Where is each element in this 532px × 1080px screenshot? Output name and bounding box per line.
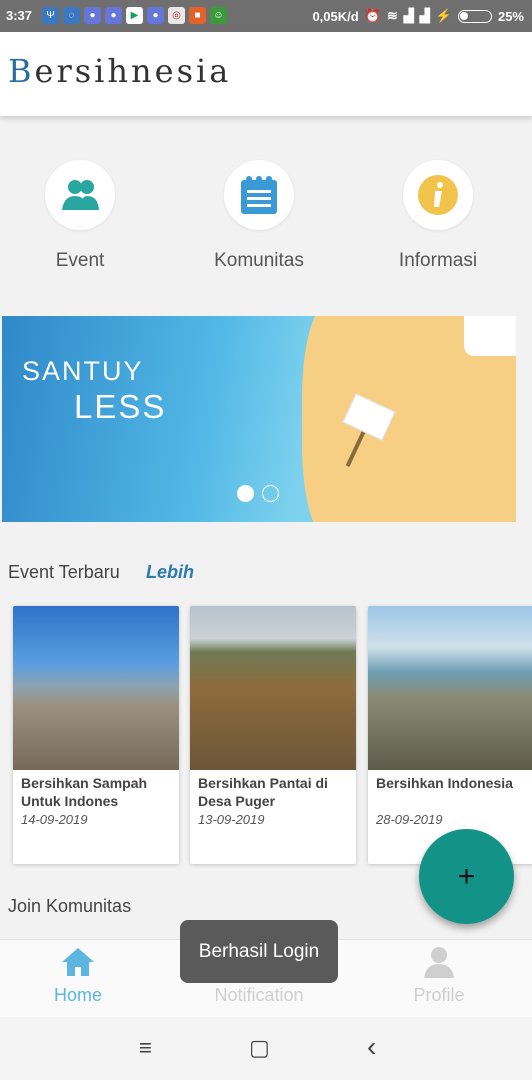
event-title: Bersihkan Pantai di Desa Puger <box>198 775 328 809</box>
banner-line2: LESS <box>74 388 167 425</box>
banner-dot[interactable] <box>262 485 279 502</box>
video-icon: ■ <box>189 7 206 24</box>
wifi-icon: ≋ <box>386 8 398 23</box>
network-speed: 0,05K/d <box>312 8 359 24</box>
nav-notification-label: Notification <box>214 985 304 1005</box>
logo-letter: B <box>8 52 35 90</box>
banner-corner <box>464 316 516 356</box>
menu-komunitas[interactable]: Komunitas <box>189 160 329 272</box>
menu-event[interactable]: Event <box>10 160 150 272</box>
event-date: 13-09-2019 <box>198 812 265 827</box>
status-time: 3:37 <box>6 8 33 23</box>
charging-icon: ⚡ <box>435 8 452 23</box>
discord-icon: ● <box>84 7 101 24</box>
plus-icon: + <box>457 859 476 893</box>
person-icon <box>424 947 454 978</box>
play-store-icon: ▶ <box>126 7 143 24</box>
event-image <box>368 606 532 770</box>
event-section-title: Event Terbaru <box>8 562 120 582</box>
home-icon <box>62 948 94 976</box>
nav-profile-label: Profile <box>413 985 465 1005</box>
menu-komunitas-circle <box>224 160 294 230</box>
messenger-icon: ◌ <box>63 7 80 24</box>
battery-percent: 25% <box>497 8 524 24</box>
toast-message: Berhasil Login <box>180 920 338 983</box>
menu-informasi[interactable]: Informasi <box>368 160 508 272</box>
android-icon: ☺ <box>210 7 227 24</box>
add-event-button[interactable]: + <box>419 829 514 924</box>
info-icon <box>418 175 458 215</box>
event-image <box>13 606 179 770</box>
menu-event-circle <box>45 160 115 230</box>
alarm-icon: ⏰ <box>364 8 381 23</box>
status-right: 0,05K/d ⏰ ≋ ▟ ▟ ⚡ 25% <box>312 8 524 24</box>
usb-icon: Ψ <box>42 7 59 24</box>
event-date: 14-09-2019 <box>21 812 88 827</box>
discord-icon: ● <box>105 7 122 24</box>
menu-informasi-circle <box>403 160 473 230</box>
event-card[interactable]: Bersihkan Indonesia 28-09-2019 <box>368 606 532 864</box>
chrome-icon: ◎ <box>168 7 185 24</box>
banner-dot[interactable] <box>237 485 254 502</box>
event-image <box>190 606 356 770</box>
logo-text: ersihnesia <box>34 52 232 90</box>
app-bar: Bersihnesia <box>0 32 532 116</box>
signal-icon: ▟ <box>403 8 414 23</box>
system-navigation: ≡ ▢ ‹ <box>0 1017 532 1080</box>
event-more-link[interactable]: Lebih <box>146 562 194 583</box>
status-bar: 3:37 Ψ ◌ ● ● ▶ ● ◎ ■ ☺ 0,05K/d ⏰ ≋ ▟ ▟ ⚡… <box>0 0 532 32</box>
signal-icon: ▟ <box>419 8 430 23</box>
group-icon <box>62 180 99 210</box>
nav-home[interactable]: Home <box>18 946 138 1006</box>
back-icon[interactable]: ‹ <box>367 1031 376 1063</box>
menu-komunitas-label: Komunitas <box>214 250 304 271</box>
nav-home-label: Home <box>53 985 102 1005</box>
nav-profile[interactable]: Profile <box>379 946 499 1006</box>
app-logo: Bersihnesia <box>8 52 231 90</box>
main-menu: Event Komunitas Informasi <box>0 160 532 280</box>
notepad-icon <box>241 176 277 214</box>
promo-banner[interactable]: SANTUY LESS <box>2 316 516 522</box>
battery-icon <box>457 9 492 23</box>
discord-icon: ● <box>147 7 164 24</box>
home-button-icon[interactable]: ▢ <box>249 1035 270 1061</box>
event-title: Bersihkan Indonesia <box>376 775 513 791</box>
community-section-title: Join Komunitas <box>8 896 132 916</box>
menu-event-label: Event <box>55 250 105 271</box>
menu-icon[interactable]: ≡ <box>139 1035 152 1061</box>
notification-icons: Ψ ◌ ● ● ▶ ● ◎ ■ ☺ <box>42 7 227 24</box>
event-card[interactable]: Bersihkan Sampah Untuk Indones 14-09-201… <box>13 606 179 864</box>
banner-line1: SANTUY <box>22 356 144 386</box>
menu-informasi-label: Informasi <box>398 250 478 271</box>
event-title: Bersihkan Sampah Untuk Indones <box>21 775 148 809</box>
event-card[interactable]: Bersihkan Pantai di Desa Puger 13-09-201… <box>190 606 356 864</box>
app-screen: 3:37 Ψ ◌ ● ● ▶ ● ◎ ■ ☺ 0,05K/d ⏰ ≋ ▟ ▟ ⚡… <box>0 0 532 1080</box>
event-date: 28-09-2019 <box>376 812 443 827</box>
